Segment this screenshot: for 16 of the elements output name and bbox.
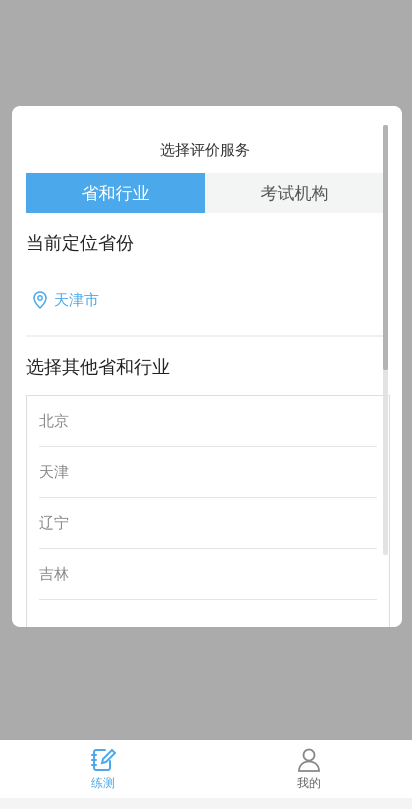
nav-item[interactable]: 练测	[0, 740, 206, 798]
province-item[interactable]: 吉林	[39, 549, 377, 600]
section-heading: 选择其他省和行业	[26, 356, 171, 380]
province-item[interactable]: 辽宁	[39, 498, 377, 549]
notebook-pencil-icon	[90, 746, 116, 772]
person-icon	[296, 746, 322, 772]
province-item[interactable]: 天津	[39, 447, 377, 498]
nav-item[interactable]: 我的	[206, 740, 412, 798]
location-pin-icon	[32, 291, 48, 309]
tab[interactable]: 考试机构	[205, 173, 384, 213]
tab[interactable]: 省和行业	[26, 173, 205, 213]
province-item[interactable]: 北京	[39, 396, 377, 447]
location-link[interactable]: 天津市	[54, 290, 99, 310]
scrollbar[interactable]	[383, 125, 388, 555]
section-heading: 当前定位省份	[26, 232, 135, 256]
dialog-title: 选择评价服务	[159, 140, 251, 161]
